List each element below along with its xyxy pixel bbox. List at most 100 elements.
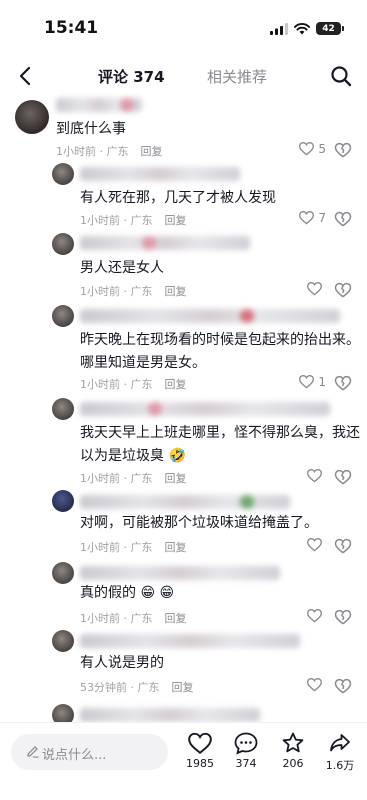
pencil-icon (27, 746, 39, 758)
username-blurred[interactable] (80, 708, 260, 722)
username-blurred[interactable] (80, 402, 330, 416)
avatar[interactable] (15, 100, 49, 134)
avatar[interactable] (52, 562, 74, 584)
heart-outline-icon (306, 282, 323, 296)
broken-heart-icon[interactable] (334, 468, 352, 486)
comment-meta: 53分钟前 · 广东 回复 (80, 679, 194, 695)
status-icons: 42 (270, 22, 344, 35)
broken-heart-icon[interactable] (334, 537, 352, 555)
like-button[interactable]: 5 (298, 141, 326, 156)
heart-outline-icon (299, 375, 315, 389)
username-blurred[interactable] (80, 236, 250, 250)
favorite-action[interactable]: 206 (273, 731, 313, 770)
comment-time: 1小时前 · 广东 (80, 378, 153, 391)
avatar[interactable] (52, 630, 74, 652)
comment-time: 53分钟前 · 广东 (80, 681, 160, 694)
broken-heart-icon[interactable] (334, 210, 352, 228)
like-button[interactable]: 7 (298, 210, 326, 225)
like-button[interactable] (306, 281, 326, 296)
star-icon (282, 732, 304, 753)
comment-time: 1小时前 · 广东 (80, 472, 153, 485)
avatar[interactable] (52, 163, 74, 185)
comment-total: 374 (235, 757, 257, 770)
broken-heart-icon[interactable] (334, 374, 352, 392)
username-blurred[interactable] (80, 309, 340, 323)
grinning-emoji-icon: 😁 😁 (140, 585, 175, 601)
tab-comments[interactable]: 评论 374 (98, 66, 165, 87)
like-button[interactable] (306, 677, 326, 692)
broken-heart-icon[interactable] (334, 608, 352, 626)
comment-meta: 1小时前 · 广东 回复 (80, 283, 187, 299)
comment-input[interactable]: 说点什么... (11, 734, 168, 770)
tab-related-recommend[interactable]: 相关推荐 (207, 66, 267, 87)
avatar[interactable] (52, 490, 74, 512)
comment-time: 1小时前 · 广东 (80, 214, 153, 227)
comment-text-line1: 我天天早上上班走哪里，怪不得那么臭，我还 (80, 425, 360, 441)
comment-text: 有人死在那，几天了才被人发现 (80, 190, 276, 206)
comment-text-line2: 以为是垃圾臭 (80, 448, 164, 464)
username-blurred[interactable] (80, 634, 300, 648)
comment-meta: 1小时前 · 广东 回复 (56, 143, 163, 159)
avatar[interactable] (52, 305, 74, 327)
reply-button[interactable]: 回复 (165, 541, 187, 554)
like-button[interactable]: 1 (298, 374, 326, 389)
battery-icon: 42 (316, 22, 344, 35)
heart-outline-icon (306, 469, 323, 483)
comment-meta: 1小时前 · 广东 回复 (80, 470, 187, 486)
share-total: 1.6万 (325, 759, 355, 772)
comment-header: 评论 374 相关推荐 (0, 56, 367, 98)
comment-action[interactable]: 374 (226, 731, 266, 770)
comment-bubble-icon (234, 732, 258, 755)
username-blurred[interactable] (80, 495, 290, 509)
reply-button[interactable]: 回复 (172, 681, 194, 694)
laughing-emoji-icon: 🤣 (168, 448, 186, 464)
heart-icon (188, 732, 212, 754)
comment-text: 到底什么事 (56, 121, 126, 137)
like-count: 5 (318, 141, 326, 156)
reply-button[interactable]: 回复 (165, 472, 187, 485)
comment-time: 1小时前 · 广东 (56, 145, 129, 158)
like-button[interactable] (306, 537, 326, 552)
search-icon[interactable] (329, 64, 353, 88)
share-action[interactable]: 1.6万 (320, 731, 360, 773)
status-bar: 15:41 42 (0, 0, 367, 56)
comment-meta: 1小时前 · 广东 回复 (80, 610, 187, 626)
comment-text: 男人还是女人 (80, 260, 164, 276)
heart-outline-icon (306, 538, 323, 552)
avatar[interactable] (52, 398, 74, 420)
status-time: 15:41 (44, 18, 99, 38)
broken-heart-icon[interactable] (334, 281, 352, 299)
comment-meta: 1小时前 · 广东 回复 (80, 376, 187, 392)
comment-text: 真的假的 (80, 585, 136, 601)
reply-button[interactable]: 回复 (165, 214, 187, 227)
bottom-action-bar: 说点什么... 1985 374 206 1.6万 (0, 722, 367, 800)
heart-outline-icon (299, 142, 315, 156)
heart-outline-icon (306, 678, 323, 692)
like-action[interactable]: 1985 (180, 731, 220, 770)
avatar[interactable] (52, 233, 74, 255)
comment-time: 1小时前 · 广东 (80, 285, 153, 298)
wifi-icon (294, 22, 310, 34)
username-blurred[interactable] (80, 566, 280, 580)
comment-text-line1: 昨天晚上在现场看的时候是包起来的抬出来。 (80, 332, 360, 348)
username-blurred[interactable] (56, 98, 142, 112)
comment-time: 1小时前 · 广东 (80, 612, 153, 625)
comment-text: 对啊，可能被那个垃圾味道给掩盖了。 (80, 515, 318, 531)
comment-meta: 1小时前 · 广东 回复 (80, 212, 187, 228)
broken-heart-icon[interactable] (334, 141, 352, 159)
comment-text-line2: 哪里知道是男是女。 (80, 355, 206, 371)
comment-text-line2-wrap: 以为是垃圾臭 🤣 (80, 445, 186, 468)
like-button[interactable] (306, 608, 326, 623)
reply-button[interactable]: 回复 (141, 145, 163, 158)
heart-outline-icon (299, 211, 315, 225)
reply-button[interactable]: 回复 (165, 285, 187, 298)
back-arrow-icon[interactable] (14, 64, 38, 88)
username-blurred[interactable] (80, 167, 240, 181)
heart-outline-icon (306, 609, 323, 623)
like-count: 7 (318, 210, 326, 225)
broken-heart-icon[interactable] (334, 677, 352, 695)
favorite-total: 206 (282, 757, 304, 770)
reply-button[interactable]: 回复 (165, 612, 187, 625)
reply-button[interactable]: 回复 (165, 378, 187, 391)
like-button[interactable] (306, 468, 326, 483)
